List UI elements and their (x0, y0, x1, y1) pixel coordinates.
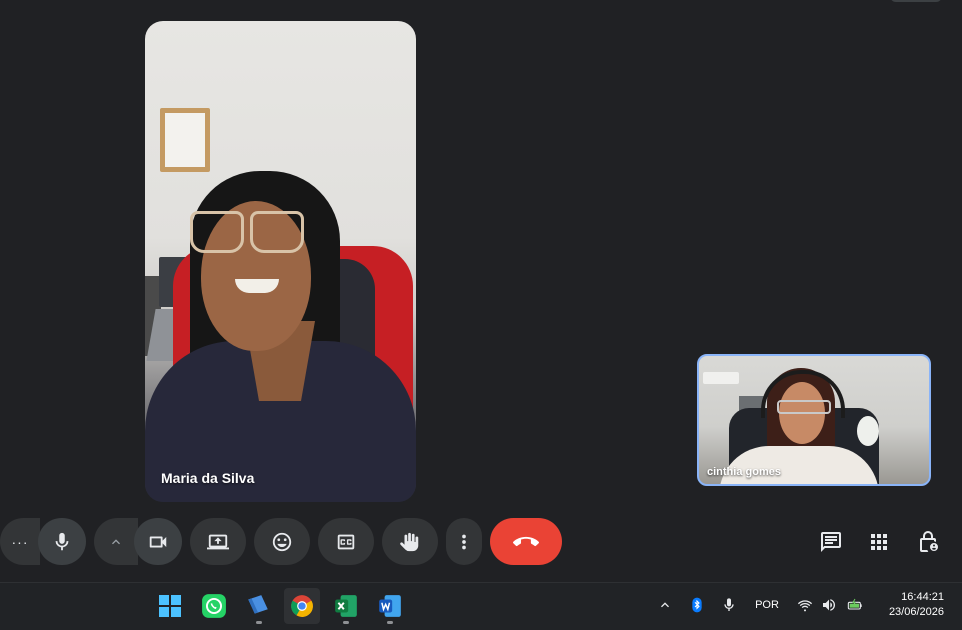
audio-options-button[interactable]: ··· (0, 518, 40, 565)
leave-call-button[interactable] (490, 518, 562, 565)
reactions-button[interactable] (254, 518, 310, 565)
taskbar-app-word[interactable] (372, 588, 408, 624)
raise-hand-icon (400, 532, 419, 551)
top-indicator (890, 0, 942, 2)
taskbar-app-chrome[interactable] (284, 588, 320, 624)
participant-name-label: Maria da Silva (161, 470, 255, 486)
hang-up-icon (513, 536, 539, 546)
microphone-icon (724, 598, 734, 611)
chevron-up-icon (661, 602, 669, 608)
participant-tile-main[interactable]: Maria da Silva (145, 21, 416, 502)
chevron-up-icon (112, 538, 120, 544)
camera-button[interactable] (134, 518, 182, 565)
start-button[interactable] (152, 588, 188, 624)
taskbar (0, 582, 962, 630)
battery-tray-button[interactable] (844, 594, 866, 616)
microphone-tray-button[interactable] (720, 594, 738, 616)
background-plant (857, 416, 879, 446)
self-name-label: cinthia gomes (707, 466, 781, 478)
present-screen-icon (207, 534, 229, 549)
taskbar-app-excel[interactable] (328, 588, 364, 624)
more-dots-icon: ··· (11, 533, 29, 550)
whatsapp-icon (202, 594, 226, 618)
battery-charging-icon (847, 598, 862, 610)
wifi-tray-button[interactable] (796, 594, 814, 616)
chrome-icon (291, 595, 313, 617)
present-screen-button[interactable] (190, 518, 246, 565)
background-air-conditioner (703, 372, 739, 384)
taskbar-clock[interactable]: 16:44:21 23/06/2026 (868, 590, 944, 620)
files-icon (248, 595, 268, 614)
raise-hand-button[interactable] (382, 518, 438, 565)
wifi-icon (797, 600, 813, 612)
participant-glasses (190, 211, 304, 253)
activities-button[interactable] (865, 528, 893, 556)
video-options-button[interactable] (94, 518, 138, 565)
word-icon (379, 595, 401, 617)
host-controls-button[interactable] (914, 528, 942, 556)
excel-icon (335, 595, 357, 617)
bluetooth-icon (692, 597, 702, 613)
self-view-tile[interactable]: cinthia gomes (697, 354, 931, 486)
emoji-icon (272, 532, 292, 551)
wall-frame (160, 108, 210, 172)
chat-button[interactable] (817, 528, 845, 556)
meeting-stage: Maria da Silva cinthia gomes ··· (0, 0, 962, 582)
captions-button[interactable] (318, 518, 374, 565)
taskbar-app-whatsapp[interactable] (196, 588, 232, 624)
microphone-icon (55, 532, 69, 550)
taskbar-app-files[interactable] (240, 588, 276, 624)
bluetooth-tray-button[interactable] (688, 594, 706, 616)
more-vert-icon (462, 534, 466, 549)
volume-icon (823, 599, 836, 611)
more-options-button[interactable] (446, 518, 482, 565)
clock-time: 16:44:21 (901, 591, 944, 603)
clock-date: 23/06/2026 (888, 606, 944, 618)
windows-start-icon (159, 595, 181, 617)
microphone-button[interactable] (38, 518, 86, 565)
self-glasses (777, 400, 831, 414)
input-language-label: POR (755, 599, 779, 611)
apps-grid-icon (871, 534, 887, 550)
chat-icon (821, 532, 841, 552)
closed-captions-icon (337, 534, 355, 549)
show-hidden-icons-button[interactable] (656, 594, 674, 616)
input-language-button[interactable]: POR (748, 594, 786, 616)
volume-tray-button[interactable] (820, 594, 838, 616)
camera-icon (149, 536, 167, 547)
lock-person-icon (920, 531, 938, 552)
